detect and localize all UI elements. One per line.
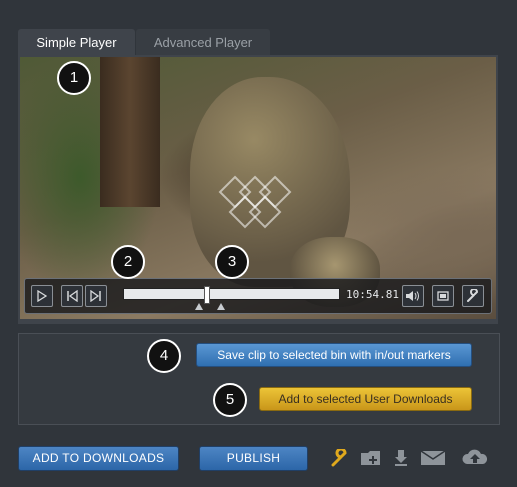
email-icon (420, 450, 446, 465)
callout-4: 4 (147, 339, 181, 373)
volume-icon (406, 291, 419, 301)
add-to-folder-button[interactable] (359, 446, 383, 470)
cloud-upload-icon (462, 449, 488, 464)
timeline-scrubber[interactable] (123, 286, 340, 310)
callout-3: 3 (215, 245, 249, 279)
watermark-logo-icon (218, 175, 292, 229)
add-to-user-downloads-button[interactable]: Add to selected User Downloads (259, 387, 472, 411)
email-button[interactable] (419, 446, 447, 470)
settings-button[interactable] (462, 285, 484, 307)
callout-1: 1 (57, 61, 91, 95)
timecode: 10:54.81 (346, 288, 399, 301)
previous-frame-icon (67, 290, 78, 302)
tools-button[interactable] (330, 446, 350, 470)
out-marker[interactable] (217, 303, 225, 310)
playhead[interactable] (204, 286, 210, 304)
callout-2: 2 (111, 245, 145, 279)
download-button[interactable] (392, 446, 410, 470)
fullscreen-icon (437, 291, 449, 301)
next-frame-button[interactable] (85, 285, 107, 307)
next-frame-icon (90, 290, 101, 302)
video-tree-trunk (100, 57, 160, 207)
previous-frame-button[interactable] (61, 285, 83, 307)
publish-button[interactable]: PUBLISH (199, 446, 308, 471)
save-clip-button[interactable]: Save clip to selected bin with in/out ma… (196, 343, 472, 367)
download-icon (395, 450, 407, 466)
volume-button[interactable] (402, 285, 424, 307)
player-controls: 10:54.81 (24, 278, 492, 314)
callout-5: 5 (213, 383, 247, 417)
cloud-upload-button[interactable] (459, 446, 491, 470)
tab-advanced-player[interactable]: Advanced Player (136, 29, 270, 56)
add-to-downloads-button[interactable]: ADD TO DOWNLOADS (18, 446, 179, 471)
tab-simple-player[interactable]: Simple Player (18, 29, 135, 56)
in-marker[interactable] (195, 303, 203, 310)
play-icon (37, 290, 47, 302)
wrench-icon (331, 449, 347, 467)
fullscreen-button[interactable] (432, 285, 454, 307)
wrench-icon (467, 289, 479, 302)
add-folder-icon (361, 451, 380, 465)
play-button[interactable] (31, 285, 53, 307)
